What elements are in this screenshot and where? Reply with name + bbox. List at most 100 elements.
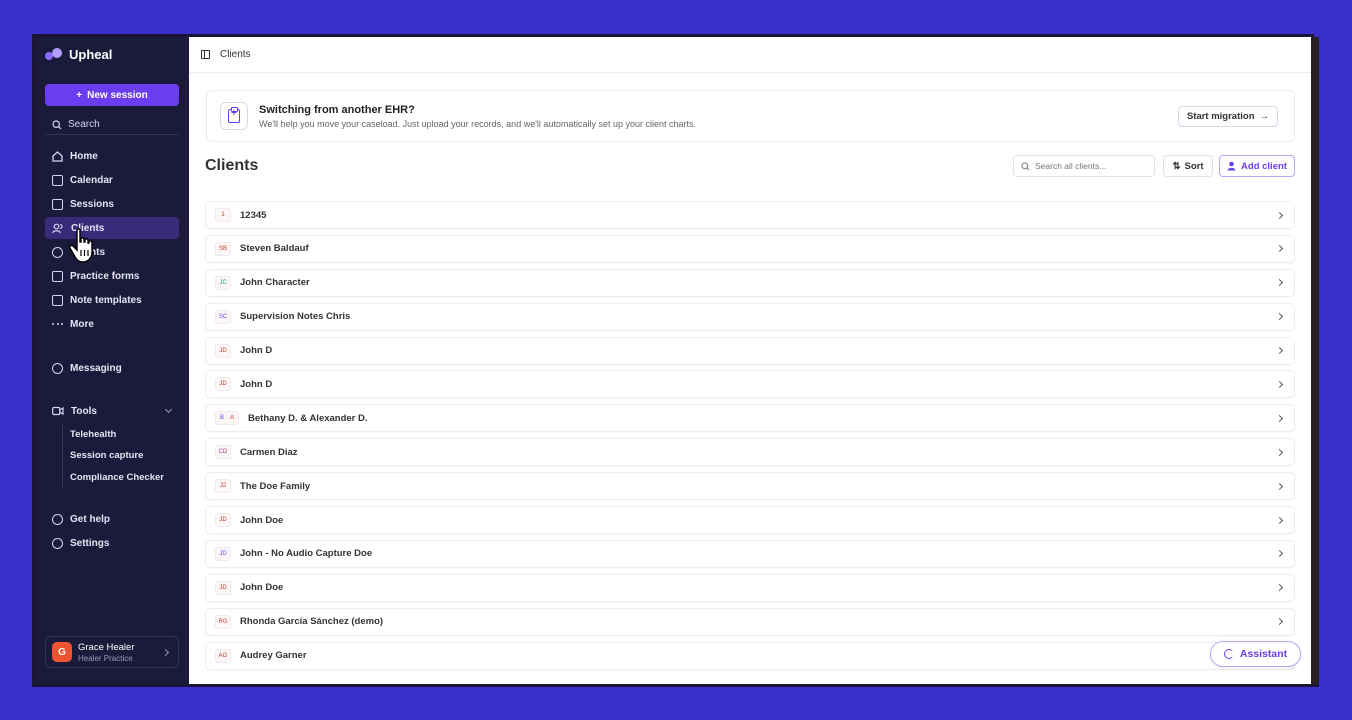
client-row[interactable]: B A Bethany D. & Alexander D. bbox=[205, 404, 1295, 433]
initials-text: JD bbox=[219, 381, 227, 388]
calendar-icon bbox=[52, 174, 63, 186]
search-icon bbox=[1021, 161, 1030, 170]
assistant-button[interactable]: Assistant bbox=[1210, 641, 1301, 667]
add-client-button[interactable]: Add client bbox=[1219, 155, 1295, 177]
chevron-down-icon bbox=[164, 405, 173, 414]
initials-text: 1 bbox=[221, 212, 225, 218]
sidebar-item-label: Messaging bbox=[70, 362, 122, 374]
sidebar-subitem-session-capture[interactable]: Session capture bbox=[70, 445, 143, 465]
sidebar-item-label: Sessions bbox=[70, 198, 114, 210]
client-initials-badge: JD bbox=[215, 580, 231, 595]
sidebar-item-note-templates[interactable]: Note templates bbox=[45, 289, 179, 311]
start-migration-button[interactable]: Start migration → bbox=[1177, 106, 1278, 127]
client-initials-badge: JD bbox=[215, 377, 231, 392]
client-row[interactable]: JC John Character bbox=[205, 268, 1295, 297]
client-name: The Doe Family bbox=[240, 480, 311, 492]
client-name: John - No Audio Capture Doe bbox=[240, 548, 373, 560]
chevron-right-icon bbox=[1275, 482, 1284, 490]
client-row[interactable]: 1 12345 bbox=[205, 201, 1295, 229]
sidebar-item-more[interactable]: More bbox=[45, 313, 179, 335]
client-row[interactable]: AG Audrey Garner bbox=[205, 641, 1295, 670]
sidebar-item-payments[interactable]: nts bbox=[45, 241, 179, 263]
client-row[interactable]: J2 The Doe Family bbox=[205, 472, 1295, 501]
client-row[interactable]: SC Supervision Notes Chris bbox=[205, 302, 1295, 331]
client-initials-badge: JD bbox=[215, 513, 231, 528]
initials-text: J2 bbox=[219, 483, 227, 490]
plus-icon: + bbox=[76, 89, 83, 101]
client-row[interactable]: SB Steven Baldauf bbox=[205, 234, 1295, 263]
banner-subtitle: We'll help you move your caseload. Just … bbox=[259, 118, 696, 129]
chevron-right-icon bbox=[1275, 279, 1284, 287]
client-initials-badge: CD bbox=[215, 445, 231, 460]
sidebar-item-messaging[interactable]: Messaging bbox=[45, 357, 179, 379]
chevron-right-icon bbox=[1275, 516, 1284, 524]
client-row[interactable]: RG Rhonda García Sánchez (demo) bbox=[205, 607, 1295, 636]
client-row[interactable]: JD John Doe bbox=[205, 506, 1295, 535]
more-icon bbox=[52, 319, 63, 330]
sidebar-item-get-help[interactable]: Get help bbox=[45, 508, 179, 530]
client-name: John Character bbox=[240, 277, 310, 289]
initials-text: JD bbox=[219, 347, 227, 354]
client-name: Steven Baldauf bbox=[240, 243, 309, 255]
sidebar-item-practice-forms[interactable]: Practice forms bbox=[45, 265, 179, 287]
client-initials-badge: AG bbox=[215, 648, 231, 663]
chevron-right-icon bbox=[1275, 414, 1284, 422]
clients-icon bbox=[52, 223, 63, 233]
client-row[interactable]: CD Carmen Diaz bbox=[205, 438, 1295, 467]
initials-text: SB bbox=[218, 245, 227, 252]
message-bubble-icon bbox=[52, 362, 63, 374]
sidebar-item-calendar[interactable]: Calendar bbox=[45, 169, 179, 191]
sidebar-item-label: Get help bbox=[70, 513, 111, 525]
new-session-button[interactable]: + New session bbox=[45, 84, 179, 106]
chevron-right-icon bbox=[1275, 618, 1284, 626]
sidebar-item-clients[interactable]: Clients bbox=[45, 217, 179, 239]
breadcrumb: Clients bbox=[220, 49, 251, 60]
client-row[interactable]: JD John Doe bbox=[205, 573, 1295, 602]
client-initials-badge: SC bbox=[215, 309, 231, 324]
assistant-icon bbox=[1223, 649, 1234, 659]
client-initials-badge: BA bbox=[215, 411, 240, 426]
brand[interactable]: Upheal bbox=[35, 37, 189, 71]
client-initials-badge: RG bbox=[215, 614, 231, 629]
client-row[interactable]: JD John D bbox=[205, 370, 1295, 399]
templates-icon bbox=[52, 294, 63, 306]
client-name: Rhonda García Sánchez (demo) bbox=[240, 616, 384, 628]
sidebar-subitem-compliance-checker[interactable]: Compliance Checker bbox=[70, 467, 164, 487]
chevron-right-icon bbox=[1275, 347, 1284, 355]
video-camera-icon bbox=[52, 406, 64, 416]
sidebar-item-label: More bbox=[70, 318, 94, 330]
user-text: Grace Healer Healer Practice bbox=[78, 642, 135, 663]
tools-tree-line bbox=[62, 425, 63, 487]
background-strip bbox=[35, 684, 1319, 687]
sidebar-item-home[interactable]: Home bbox=[45, 145, 179, 167]
sidebar-item-settings[interactable]: Settings bbox=[45, 532, 179, 554]
sidebar-subitem-telehealth[interactable]: Telehealth bbox=[70, 424, 116, 444]
user-profile-card[interactable]: G Grace Healer Healer Practice bbox=[45, 636, 179, 668]
initials-text: B bbox=[220, 415, 225, 422]
sidebar-item-label: Practice forms bbox=[70, 270, 140, 282]
sidebar-toggle-icon[interactable] bbox=[201, 50, 210, 59]
sidebar-item-sessions[interactable]: Sessions bbox=[45, 193, 179, 215]
user-name: Grace Healer bbox=[78, 641, 135, 653]
client-list: 1 12345 SB Steven Baldauf JC John Character SC… bbox=[205, 201, 1295, 675]
sessions-icon bbox=[52, 198, 63, 210]
forms-icon bbox=[52, 270, 63, 282]
client-row[interactable]: JD John D bbox=[205, 336, 1295, 365]
gear-icon bbox=[52, 537, 63, 549]
chevron-right-icon bbox=[1275, 380, 1284, 388]
client-name: John Doe bbox=[240, 514, 284, 526]
initials-text: JD bbox=[219, 517, 227, 524]
sidebar-search[interactable]: Search bbox=[45, 115, 179, 135]
sort-button[interactable]: ⇅ Sort bbox=[1163, 155, 1213, 177]
sidebar-item-label: Note templates bbox=[70, 294, 142, 306]
background-strip bbox=[1311, 37, 1319, 684]
user-practice: Healer Practice bbox=[78, 653, 133, 663]
search-input[interactable] bbox=[1035, 161, 1145, 171]
assistant-label: Assistant bbox=[1239, 648, 1288, 660]
initials-text: CD bbox=[218, 449, 228, 456]
clipboard-icon bbox=[220, 102, 248, 130]
client-name: 12345 bbox=[240, 209, 267, 221]
sidebar-item-tools[interactable]: Tools bbox=[45, 400, 179, 422]
client-row[interactable]: JD John - No Audio Capture Doe bbox=[205, 539, 1295, 568]
client-search bbox=[1013, 155, 1155, 177]
